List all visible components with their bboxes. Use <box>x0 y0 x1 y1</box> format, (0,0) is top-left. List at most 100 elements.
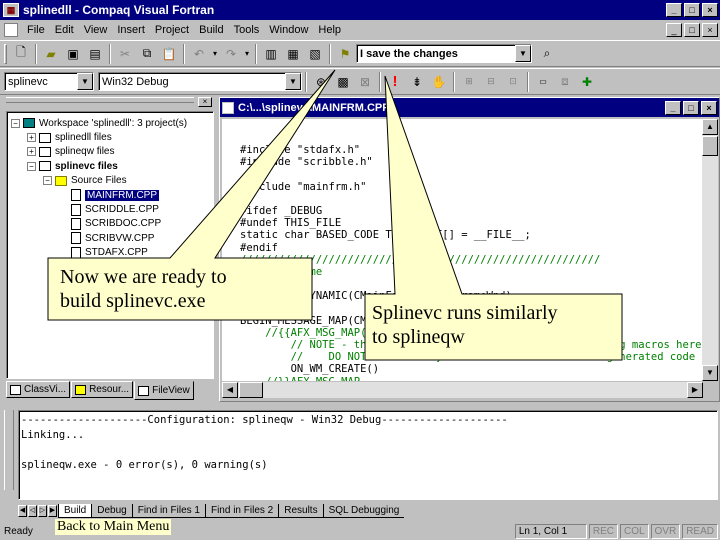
tree-item[interactable]: SCRIBVW.CPP <box>7 231 213 245</box>
open-folder-icon[interactable]: ▰ <box>40 43 62 65</box>
copy-icon[interactable]: ⧉ <box>136 43 158 65</box>
fortran-tree-icon[interactable]: ✚ <box>576 71 598 93</box>
close-button[interactable]: × <box>702 3 718 17</box>
tab-results[interactable]: Results <box>278 504 323 518</box>
fortran-wizard-icon[interactable]: ⊡ <box>502 71 524 93</box>
output-grip[interactable] <box>4 410 14 490</box>
menu-tools[interactable]: Tools <box>229 24 265 36</box>
tree-item[interactable]: − Source Files <box>7 174 213 188</box>
execute-icon[interactable]: ! <box>384 71 406 93</box>
editor-close-button[interactable]: × <box>701 100 717 115</box>
tree-item[interactable]: SCRIBDOC.CPP <box>7 217 213 231</box>
new-text-file-icon[interactable]: 🗋 <box>10 43 32 65</box>
back-to-main-menu-link[interactable]: Back to Main Menu <box>55 519 172 535</box>
menu-project[interactable]: Project <box>150 24 194 36</box>
workspace-window-icon[interactable]: ▥ <box>260 43 282 65</box>
build-icon[interactable]: ▩ <box>332 71 354 93</box>
chevron-down-icon[interactable]: ▼ <box>77 73 93 90</box>
tab-resourceview[interactable]: Resour... <box>71 381 134 398</box>
mdi-minimize-button[interactable]: _ <box>666 23 682 37</box>
file-tree[interactable]: − Workspace 'splinedll': 3 project(s) + spl… <box>6 111 214 379</box>
collapse-icon[interactable]: − <box>27 161 36 171</box>
fortran-format-icon[interactable]: ▭ <box>532 71 554 93</box>
scroll-up-icon[interactable]: ▲ <box>702 119 718 135</box>
tab-classview[interactable]: ClassVi... <box>6 381 71 398</box>
menu-window[interactable]: Window <box>264 24 313 36</box>
tree-item[interactable]: − Workspace 'splinedll': 3 project(s) <box>7 116 213 130</box>
scroll-down-icon[interactable]: ▼ <box>702 365 718 381</box>
fortran-tool-icon[interactable]: ⊞ <box>458 71 480 93</box>
tab-find-in-files-2[interactable]: Find in Files 2 <box>204 504 279 518</box>
scroll-thumb[interactable] <box>239 382 263 398</box>
maximize-button[interactable]: □ <box>684 3 700 17</box>
chevron-down-icon[interactable]: ▼ <box>285 73 301 90</box>
workspace-grip[interactable] <box>6 97 194 103</box>
expand-icon[interactable]: + <box>27 133 36 143</box>
document-icon[interactable] <box>4 23 18 37</box>
editor-maximize-button[interactable]: □ <box>683 100 699 115</box>
toolbar-grip[interactable] <box>4 43 7 64</box>
save-all-icon[interactable]: ▤ <box>84 43 106 65</box>
tab-sql-debugging[interactable]: SQL Debugging <box>322 504 405 518</box>
tab-first-icon[interactable]: ◀ <box>18 505 27 517</box>
status-ovr: OVR <box>650 524 681 539</box>
find-combo[interactable]: I save the changes ▼ <box>356 44 532 63</box>
find-in-files-icon[interactable]: ⚑ <box>334 43 356 65</box>
collapse-icon[interactable]: − <box>43 176 52 186</box>
scroll-thumb[interactable] <box>702 136 718 156</box>
go-icon[interactable]: ⇟ <box>406 71 428 93</box>
scroll-right-icon[interactable]: ▶ <box>687 382 703 398</box>
save-icon[interactable]: ▣ <box>62 43 84 65</box>
expand-icon[interactable]: + <box>27 147 36 157</box>
menu-insert[interactable]: Insert <box>112 24 150 36</box>
tab-find-in-files-1[interactable]: Find in Files 1 <box>131 504 205 518</box>
find-icon[interactable]: ⌕ <box>536 43 558 65</box>
paste-icon[interactable]: 📋 <box>158 43 180 65</box>
tree-item[interactable]: + splinedll files <box>7 130 213 144</box>
project-combo[interactable]: splinevc ▼ <box>4 72 94 91</box>
breakpoint-hand-icon[interactable]: ✋ <box>428 71 450 93</box>
window-list-icon[interactable]: ▧ <box>304 43 326 65</box>
tree-item[interactable]: + splineqw files <box>7 145 213 159</box>
output-log[interactable]: --------------------Configuration: splin… <box>18 410 718 500</box>
tab-next-icon[interactable]: ▷ <box>38 505 47 517</box>
stop-build-icon[interactable]: ⊠ <box>354 71 376 93</box>
tab-debug[interactable]: Debug <box>91 504 132 518</box>
horizontal-scrollbar[interactable]: ◀ ▶ <box>222 382 703 398</box>
cut-icon[interactable]: ✂ <box>114 43 136 65</box>
scroll-left-icon[interactable]: ◀ <box>222 382 238 398</box>
editor-minimize-button[interactable]: _ <box>665 100 681 115</box>
menu-build[interactable]: Build <box>194 24 228 36</box>
undo-icon[interactable]: ↶ <box>188 43 210 65</box>
tab-last-icon[interactable]: ▶ <box>48 505 57 517</box>
vertical-scrollbar[interactable]: ▲ ▼ <box>702 119 718 381</box>
menu-edit[interactable]: Edit <box>50 24 79 36</box>
redo-dropdown-icon[interactable]: ▾ <box>242 43 252 65</box>
menu-file[interactable]: File <box>22 24 50 36</box>
editor-title-bar[interactable]: C:\...\splinevc\MAINFRM.CPP _ □ × <box>220 98 719 117</box>
close-icon[interactable]: × <box>198 97 212 107</box>
tree-item[interactable]: MAINFRM.CPP <box>7 188 213 202</box>
mdi-restore-button[interactable]: □ <box>684 23 700 37</box>
tree-item[interactable]: SCRIDDLE.CPP <box>7 202 213 216</box>
fortran-module-icon[interactable]: ⊟ <box>480 71 502 93</box>
tree-item[interactable]: STDAFX.CPP <box>7 246 213 260</box>
tab-fileview[interactable]: FileView <box>134 381 194 400</box>
document-icon[interactable] <box>222 101 234 114</box>
tree-item[interactable]: − splinevc files <box>7 159 213 173</box>
minimize-button[interactable]: _ <box>666 3 682 17</box>
output-window-icon[interactable]: ▦ <box>282 43 304 65</box>
fortran-link-icon[interactable]: ⧈ <box>554 71 576 93</box>
redo-icon[interactable]: ↷ <box>220 43 242 65</box>
tab-prev-icon[interactable]: ◁ <box>28 505 37 517</box>
config-combo[interactable]: Win32 Debug ▼ <box>98 72 302 91</box>
menu-view[interactable]: View <box>79 24 113 36</box>
compile-icon[interactable]: ⊛ <box>310 71 332 93</box>
undo-dropdown-icon[interactable]: ▾ <box>210 43 220 65</box>
chevron-down-icon[interactable]: ▼ <box>515 45 531 62</box>
app-icon[interactable]: ▦ <box>3 3 19 17</box>
menu-help[interactable]: Help <box>313 24 346 36</box>
tab-build[interactable]: Build <box>58 504 92 518</box>
mdi-close-button[interactable]: × <box>702 23 718 37</box>
collapse-icon[interactable]: − <box>11 118 20 128</box>
